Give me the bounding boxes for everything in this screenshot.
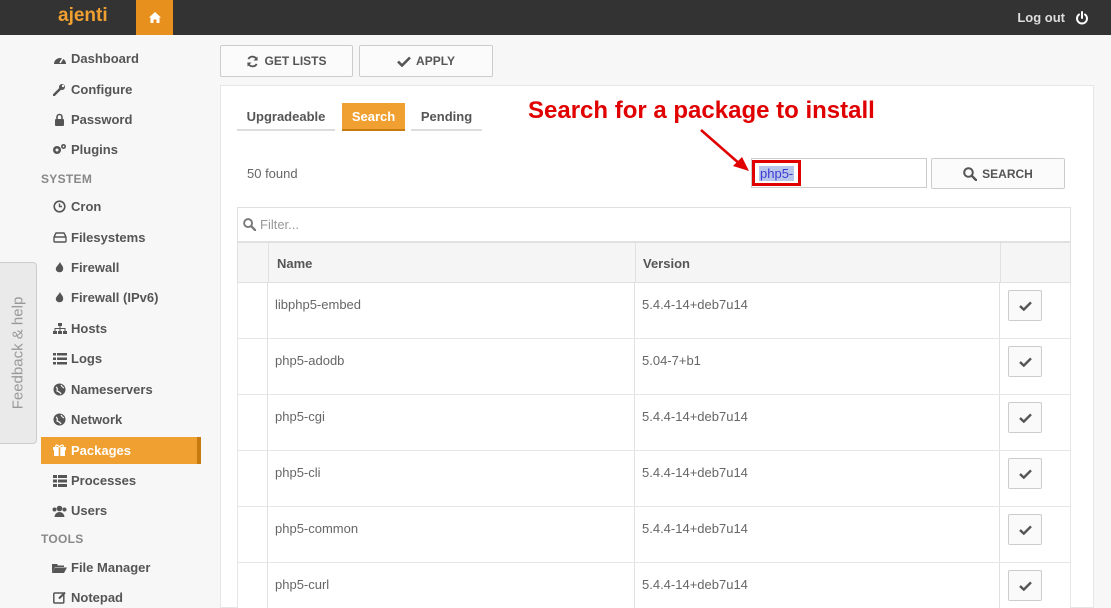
globe-icon [52, 383, 67, 396]
feedback-help-tab[interactable]: Feedback & help [0, 262, 37, 444]
table-row: php5-cli 5.4.4-14+deb7u14 [237, 451, 1071, 507]
tab-search[interactable]: Search [342, 103, 405, 131]
th-list-icon [52, 474, 67, 487]
check-icon [1018, 413, 1032, 423]
table-row: php5-cgi 5.4.4-14+deb7u14 [237, 395, 1071, 451]
filter-placeholder: Filter... [260, 217, 300, 232]
home-icon [148, 12, 161, 23]
select-package-button[interactable] [1008, 346, 1042, 377]
sidebar-item-configure[interactable]: Configure [41, 76, 201, 103]
sidebar-item-password[interactable]: Password [41, 106, 201, 133]
folder-open-icon [52, 562, 67, 574]
check-icon [1018, 357, 1032, 367]
sidebar-item-processes[interactable]: Processes [41, 467, 201, 494]
tab-upgradeable[interactable]: Upgradeable [237, 103, 335, 131]
check-icon [1018, 301, 1032, 311]
results-count: 50 found [247, 166, 298, 181]
list-icon [52, 352, 67, 365]
sidebar-section-tools: TOOLS [41, 532, 84, 546]
sidebar-item-hosts[interactable]: Hosts [41, 315, 201, 342]
lock-icon [52, 113, 67, 126]
table-row: libphp5-embed 5.4.4-14+deb7u14 [237, 283, 1071, 339]
column-header-name[interactable]: Name [277, 243, 312, 283]
package-version: 5.4.4-14+deb7u14 [642, 296, 748, 312]
sidebar-item-filesystems[interactable]: Filesystems [41, 224, 201, 251]
package-version: 5.04-7+b1 [642, 352, 701, 368]
select-package-button[interactable] [1008, 570, 1042, 601]
search-input-value[interactable]: php5- [752, 160, 802, 186]
logout-button[interactable]: Log out [1017, 0, 1089, 35]
wrench-icon [52, 83, 67, 96]
clock-icon [52, 200, 67, 213]
package-name: php5-curl [275, 576, 330, 592]
sidebar-item-network[interactable]: Network [41, 406, 201, 433]
filter-input[interactable]: Filter... [237, 207, 1071, 242]
table-row: php5-curl 5.4.4-14+deb7u14 [237, 563, 1071, 608]
sidebar-item-dashboard[interactable]: Dashboard [41, 45, 201, 72]
search-icon [963, 166, 978, 181]
sidebar-section-system: SYSTEM [41, 172, 93, 186]
sitemap-icon [52, 322, 67, 335]
sidebar-item-cron[interactable]: Cron [41, 193, 201, 220]
check-icon [1018, 469, 1032, 479]
table-row: php5-adodb 5.04-7+b1 [237, 339, 1071, 395]
check-icon [397, 56, 411, 67]
package-name: libphp5-embed [275, 296, 362, 312]
package-version: 5.4.4-14+deb7u14 [642, 520, 748, 536]
sidebar-item-file-manager[interactable]: File Manager [41, 554, 201, 581]
tab-pending[interactable]: Pending [411, 103, 482, 131]
check-icon [1018, 525, 1032, 535]
edit-icon [52, 591, 67, 604]
column-header-version[interactable]: Version [643, 243, 690, 283]
select-package-button[interactable] [1008, 290, 1042, 321]
brand-logo[interactable]: ajenti [40, 0, 124, 35]
home-button[interactable] [136, 0, 173, 35]
search-icon [243, 218, 256, 231]
logout-label: Log out [1017, 10, 1065, 25]
sidebar-item-logs[interactable]: Logs [41, 345, 201, 372]
cogs-icon [52, 143, 67, 156]
sidebar-item-firewall[interactable]: Firewall [41, 254, 201, 281]
top-bar: ajenti Log out [0, 0, 1111, 35]
table-row: php5-common 5.4.4-14+deb7u14 [237, 507, 1071, 563]
check-icon [1018, 581, 1032, 591]
users-icon [52, 505, 67, 517]
select-package-button[interactable] [1008, 514, 1042, 545]
gift-icon [52, 444, 67, 457]
packages-table: Name Version libphp5-embed 5.4.4-14+deb7… [237, 242, 1071, 608]
package-version: 5.4.4-14+deb7u14 [642, 408, 748, 424]
dashboard-icon [52, 53, 67, 65]
get-lists-button[interactable]: GET LISTS [220, 45, 353, 77]
sidebar-item-nameservers[interactable]: Nameservers [41, 376, 201, 403]
apply-label: APPLY [416, 54, 455, 68]
fire-icon [52, 291, 67, 304]
select-package-button[interactable] [1008, 458, 1042, 489]
package-name: php5-common [275, 520, 359, 536]
apply-button[interactable]: APPLY [359, 45, 493, 77]
globe-icon [52, 413, 67, 426]
hdd-icon [52, 232, 67, 243]
feedback-label: Feedback & help [9, 296, 27, 410]
search-button-label: SEARCH [982, 166, 1033, 181]
select-package-button[interactable] [1008, 402, 1042, 433]
package-name: php5-adodb [275, 352, 345, 368]
package-version: 5.4.4-14+deb7u14 [642, 576, 748, 592]
sidebar-item-users[interactable]: Users [41, 497, 201, 524]
power-icon [1076, 10, 1088, 24]
annotation-arrow [700, 129, 749, 171]
table-header: Name Version [237, 242, 1071, 283]
get-lists-label: GET LISTS [264, 54, 327, 68]
sidebar-item-firewall-ipv6[interactable]: Firewall (IPv6) [41, 284, 201, 311]
annotation-text: Search for a package to install [528, 97, 875, 124]
sidebar-item-packages[interactable]: Packages [41, 437, 201, 464]
sidebar-item-notepad[interactable]: Notepad [41, 584, 201, 608]
package-name: php5-cli [275, 464, 321, 480]
package-version: 5.4.4-14+deb7u14 [642, 464, 748, 480]
fire-icon [52, 261, 67, 274]
refresh-icon [247, 55, 259, 67]
search-button[interactable]: SEARCH [931, 158, 1065, 189]
package-name: php5-cgi [275, 408, 325, 424]
sidebar-item-plugins[interactable]: Plugins [41, 136, 201, 163]
